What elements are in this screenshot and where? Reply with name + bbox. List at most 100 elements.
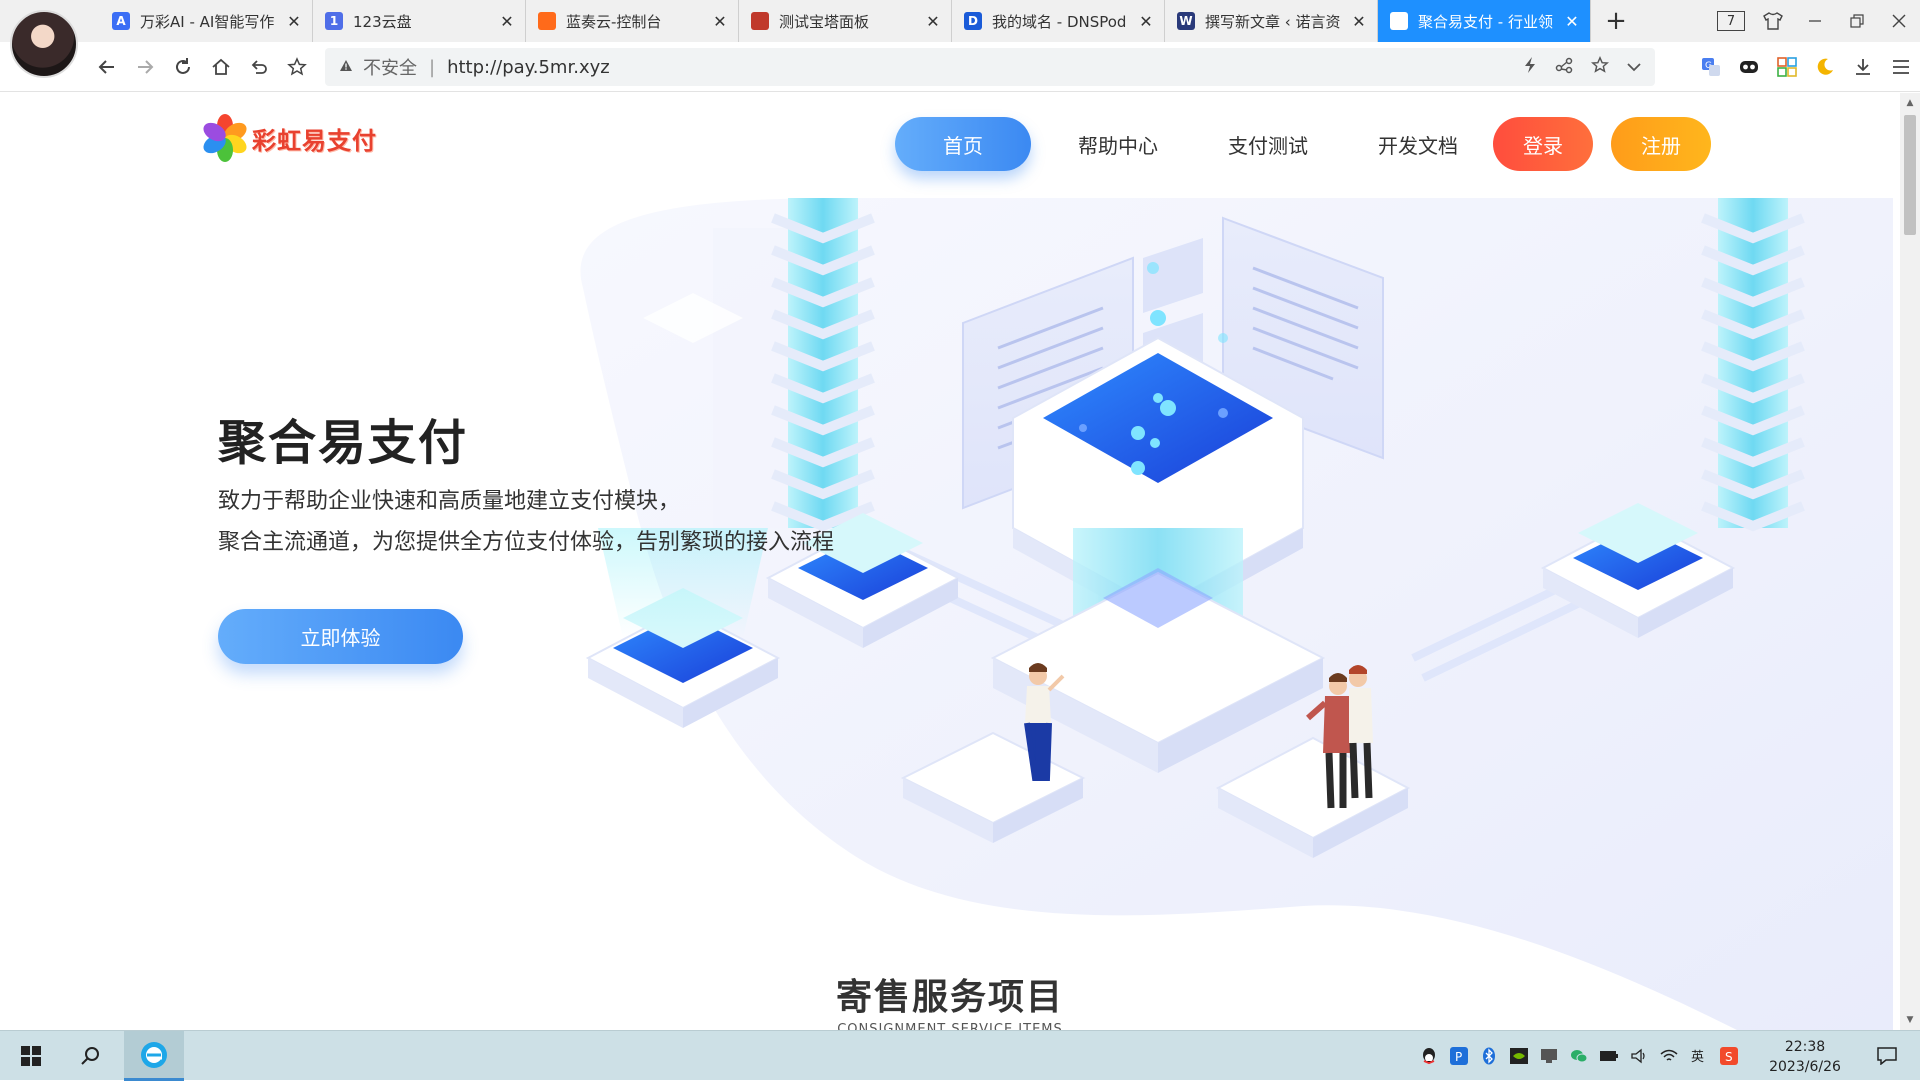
section-title: 寄售服务项目 [835, 977, 1064, 1018]
user-avatar[interactable] [10, 10, 78, 78]
close-window-button[interactable] [1878, 0, 1920, 42]
wordpress-icon: W [1177, 12, 1195, 30]
hero-line-2: 聚合主流通道，为您提供全方位支付体验，告别繁琐的接入流程 [218, 530, 835, 555]
svg-text:P: P [1455, 1050, 1462, 1064]
security-label[interactable]: 不安全 [363, 54, 417, 80]
address-bar[interactable]: 不安全 | http://pay.5mr.xyz [325, 48, 1655, 86]
favorite-icon[interactable] [1591, 55, 1609, 79]
reload-icon[interactable] [164, 42, 202, 92]
search-icon[interactable] [70, 1031, 112, 1081]
tab-label: 聚合易支付 - 行业领 [1418, 12, 1553, 31]
bookmark-star-icon[interactable] [278, 42, 316, 92]
notification-icon[interactable] [1866, 1031, 1908, 1081]
section-subtitle: CONSIGNMENT SERVICE ITEMS [837, 1022, 1063, 1030]
browser-tab-strip: A 万彩AI - AI智能写作 ✕ 1 123云盘 ✕ 蓝奏云-控制台 ✕ 测试宝塔面板 ✕ D 我的… [0, 0, 1920, 42]
logo-text: 彩虹易支付 [252, 126, 377, 155]
sogou-icon[interactable]: S [1718, 1045, 1740, 1067]
register-button[interactable]: 注册 [1611, 117, 1711, 171]
close-tab-icon[interactable]: ✕ [925, 12, 941, 31]
tab-label: 我的域名 - DNSPod [992, 12, 1127, 31]
warning-icon [339, 58, 353, 76]
tab-label: 123云盘 [353, 12, 412, 31]
browser-tab[interactable]: 聚合易支付 - 行业领 ✕ [1378, 0, 1591, 42]
nav-docs-link[interactable]: 开发文档 [1343, 117, 1493, 171]
shirt-icon[interactable] [1752, 0, 1794, 42]
close-tab-icon[interactable]: ✕ [712, 12, 728, 31]
translate-icon[interactable]: G [1692, 42, 1730, 92]
tab-label: 万彩AI - AI智能写作 [140, 12, 275, 31]
browser-tab[interactable]: A 万彩AI - AI智能写作 ✕ [100, 0, 313, 42]
volume-icon[interactable] [1628, 1045, 1650, 1067]
forward-icon[interactable] [126, 42, 164, 92]
close-tab-icon[interactable]: ✕ [1138, 12, 1154, 31]
url-text[interactable]: http://pay.5mr.xyz [447, 57, 610, 78]
battery-icon[interactable] [1598, 1045, 1620, 1067]
try-now-button[interactable]: 立即体验 [218, 609, 463, 664]
share-icon[interactable] [1555, 56, 1573, 79]
svg-text:S: S [1725, 1050, 1733, 1064]
123pan-icon: 1 [325, 12, 343, 30]
close-tab-icon[interactable]: ✕ [499, 12, 515, 31]
undo-close-icon[interactable] [240, 42, 278, 92]
scroll-down-icon[interactable]: ▼ [1900, 1010, 1920, 1030]
system-tray: P 英 S [1418, 1031, 1740, 1081]
browser-tab[interactable]: 测试宝塔面板 ✕ [739, 0, 952, 42]
menu-icon[interactable] [1882, 42, 1920, 92]
tab-label: 测试宝塔面板 [779, 12, 870, 31]
address-actions [1523, 48, 1641, 86]
browser-tab[interactable]: 1 123云盘 ✕ [313, 0, 526, 42]
browser-taskbar-icon[interactable] [124, 1031, 184, 1081]
browser-tab[interactable]: 蓝奏云-控制台 ✕ [526, 0, 739, 42]
qq-icon[interactable] [1418, 1045, 1440, 1067]
hero-line-1: 致力于帮助企业快速和高质量地建立支付模块， [218, 489, 681, 514]
wancai-ai-icon: A [112, 12, 130, 30]
p-app-icon[interactable]: P [1448, 1045, 1470, 1067]
nav-help-link[interactable]: 帮助中心 [1043, 117, 1193, 171]
back-icon[interactable] [88, 42, 126, 92]
tab-count-button[interactable]: 7 [1717, 11, 1745, 31]
clock-date: 2023/6/26 [1769, 1059, 1841, 1075]
site-logo[interactable]: 彩虹易支付 [200, 113, 377, 163]
home-icon[interactable] [202, 42, 240, 92]
minimize-button[interactable] [1794, 0, 1836, 42]
window-controls: 7 [1710, 0, 1920, 42]
chevron-down-icon[interactable] [1627, 57, 1641, 77]
dnspod-icon: D [964, 12, 982, 30]
nvidia-icon[interactable] [1508, 1045, 1530, 1067]
baota-icon [751, 12, 769, 30]
extension-icons: G [1692, 42, 1920, 92]
hero-description: 致力于帮助企业快速和高质量地建立支付模块， 聚合主流通道，为您提供全方位支付体验… [218, 481, 834, 563]
mask-icon[interactable] [1730, 42, 1768, 92]
close-tab-icon[interactable]: ✕ [1564, 12, 1580, 31]
restore-button[interactable] [1836, 0, 1878, 42]
page-scrollbar[interactable]: ▲ ▼ [1900, 93, 1920, 1030]
bluetooth-icon[interactable] [1478, 1045, 1500, 1067]
wechat-icon[interactable] [1568, 1045, 1590, 1067]
system-clock[interactable]: 22:38 2023/6/26 [1760, 1037, 1850, 1077]
apps-grid-icon[interactable] [1768, 42, 1806, 92]
browser-tab[interactable]: D 我的域名 - DNSPod ✕ [952, 0, 1165, 42]
wifi-icon[interactable] [1658, 1045, 1680, 1067]
download-icon[interactable] [1844, 42, 1882, 92]
tab-label: 撰写新文章 ‹ 诺言资 [1205, 12, 1341, 31]
scrollbar-thumb[interactable] [1904, 115, 1916, 235]
lightning-icon[interactable] [1523, 56, 1537, 79]
close-tab-icon[interactable]: ✕ [286, 12, 302, 31]
night-mode-icon[interactable] [1806, 42, 1844, 92]
browser-toolbar: 不安全 | http://pay.5mr.xyz G [0, 42, 1920, 92]
nav-home-button[interactable]: 首页 [895, 117, 1031, 171]
windows-taskbar: P 英 S 22:38 2023/6/26 [0, 1030, 1920, 1081]
rainbow-flower-icon [200, 113, 250, 163]
nav-buttons [88, 42, 316, 92]
browser-tab[interactable]: W 撰写新文章 ‹ 诺言资 ✕ [1165, 0, 1378, 42]
new-tab-button[interactable]: + [1591, 0, 1641, 42]
ime-icon[interactable]: 英 [1688, 1045, 1710, 1067]
close-tab-icon[interactable]: ✕ [1351, 12, 1367, 31]
clock-time: 22:38 [1784, 1039, 1826, 1055]
login-button[interactable]: 登录 [1493, 117, 1593, 171]
nav-pay-test-link[interactable]: 支付测试 [1193, 117, 1343, 171]
svg-text:英: 英 [1691, 1050, 1704, 1065]
windows-start-icon[interactable] [10, 1031, 52, 1081]
scroll-up-icon[interactable]: ▲ [1900, 93, 1920, 113]
monitor-icon[interactable] [1538, 1045, 1560, 1067]
